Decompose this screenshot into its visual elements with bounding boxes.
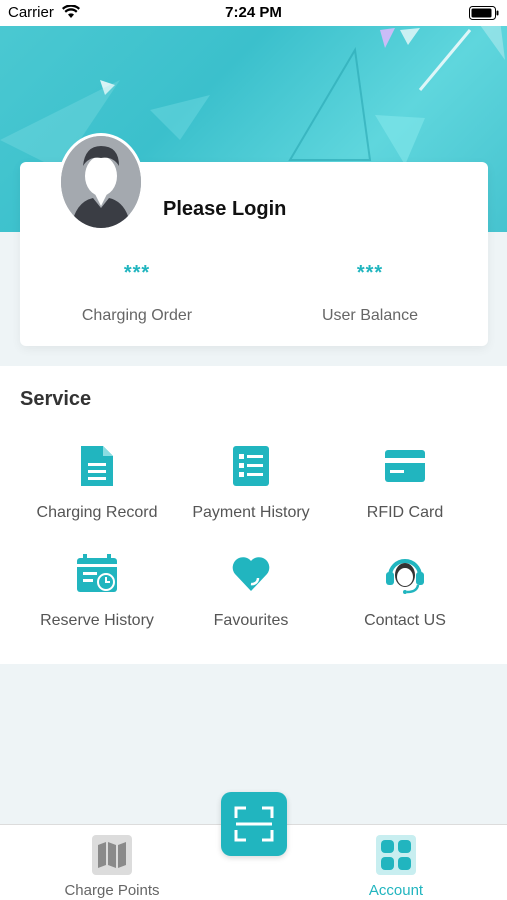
rfid-card-label: RFID Card <box>366 504 444 521</box>
clock: 7:24 PM <box>225 4 282 21</box>
user-balance-label: User Balance <box>321 307 419 324</box>
battery-icon <box>469 6 499 20</box>
user-balance-value: *** <box>356 262 384 284</box>
service-payment-history[interactable]: Payment History <box>166 446 336 522</box>
service-rfid-card[interactable]: RFID Card <box>320 446 490 522</box>
favourites-label: Favourites <box>213 612 289 629</box>
avatar[interactable] <box>58 133 144 231</box>
scan-icon <box>234 806 274 842</box>
heart-icon <box>232 557 270 591</box>
user-silhouette-icon <box>61 136 141 228</box>
service-section: Service Charging Record Payment History <box>0 366 507 664</box>
stat-charging-order[interactable]: *** Charging Order <box>37 262 237 325</box>
contact-us-label: Contact US <box>364 612 446 629</box>
card-icon <box>385 450 425 482</box>
tab-charge-points[interactable]: Charge Points <box>32 835 192 899</box>
charge-points-label: Charge Points <box>64 882 160 899</box>
list-icon <box>233 446 269 486</box>
tab-account[interactable]: Account <box>316 835 476 899</box>
scan-button[interactable] <box>221 792 287 856</box>
stat-user-balance[interactable]: *** User Balance <box>270 262 470 325</box>
service-contact-us[interactable]: Contact US <box>320 554 490 630</box>
map-icon <box>92 835 132 875</box>
service-title: Service <box>20 388 92 410</box>
calendar-clock-icon <box>77 554 117 592</box>
charging-record-label: Charging Record <box>36 504 158 521</box>
headset-icon <box>386 559 424 594</box>
charging-order-label: Charging Order <box>81 307 193 324</box>
account-label: Account <box>368 882 424 899</box>
service-favourites[interactable]: Favourites <box>166 554 336 630</box>
charging-order-value: *** <box>123 262 151 284</box>
grid-icon <box>376 835 416 875</box>
service-reserve-history[interactable]: Reserve History <box>12 554 182 630</box>
status-bar: Carrier 7:24 PM <box>0 0 507 26</box>
service-charging-record[interactable]: Charging Record <box>12 446 182 522</box>
login-prompt[interactable]: Please Login <box>163 198 286 221</box>
reserve-history-label: Reserve History <box>40 612 154 629</box>
payment-history-label: Payment History <box>192 504 310 521</box>
document-icon <box>81 446 113 486</box>
